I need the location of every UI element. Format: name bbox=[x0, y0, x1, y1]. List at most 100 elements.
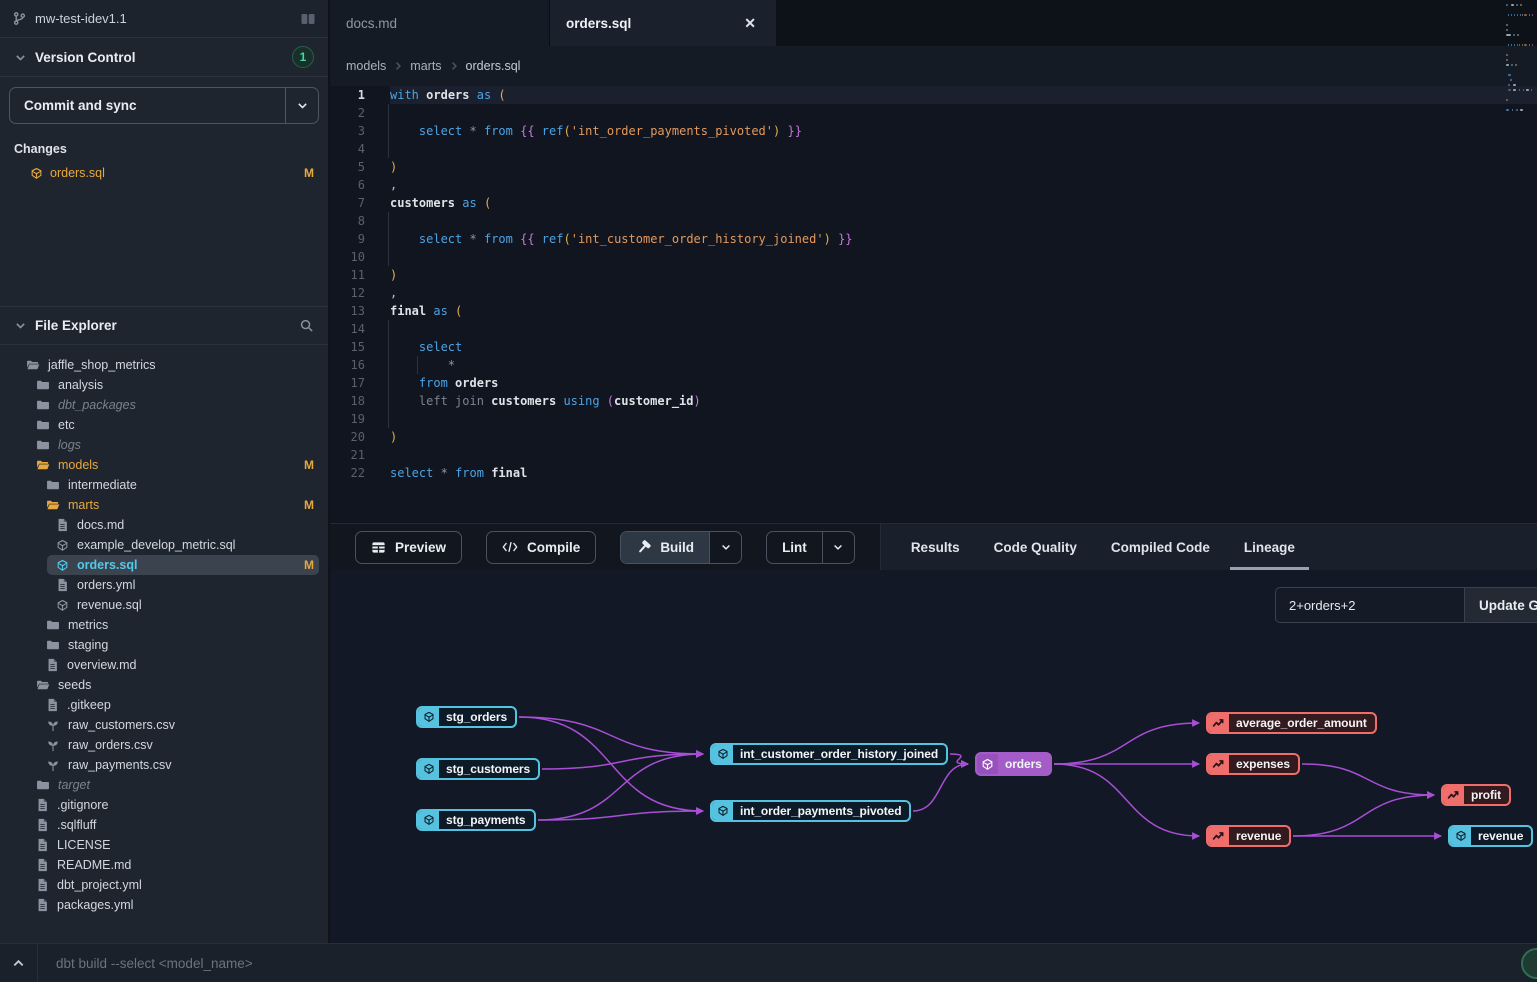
code-line-12[interactable]: 12, bbox=[330, 284, 1537, 302]
lint-button[interactable]: Lint bbox=[767, 532, 822, 563]
lineage-node-profit[interactable]: profit bbox=[1441, 784, 1511, 806]
commit-options-chevron[interactable] bbox=[285, 88, 318, 123]
tree-item-logs[interactable]: logs bbox=[0, 435, 328, 455]
tree-item-analysis[interactable]: analysis bbox=[0, 375, 328, 395]
code-line-15[interactable]: 15 select bbox=[330, 338, 1537, 356]
tree-item-metrics[interactable]: metrics bbox=[0, 615, 328, 635]
tree-item--gitignore[interactable]: .gitignore bbox=[0, 795, 328, 815]
code-line-14[interactable]: 14 bbox=[330, 320, 1537, 338]
tree-item-models[interactable]: modelsM bbox=[0, 455, 328, 475]
tree-item-orders-sql[interactable]: orders.sqlM bbox=[0, 555, 328, 575]
tree-item-revenue-sql[interactable]: revenue.sql bbox=[0, 595, 328, 615]
breadcrumb-orders-sql[interactable]: orders.sql bbox=[466, 59, 521, 73]
lineage-node-stg-payments[interactable]: stg_payments bbox=[416, 809, 536, 831]
line-number: 22 bbox=[330, 464, 365, 482]
code-line-6[interactable]: 6, bbox=[330, 176, 1537, 194]
tree-item-docs-md[interactable]: docs.md bbox=[0, 515, 328, 535]
tree-item-seeds[interactable]: seeds bbox=[0, 675, 328, 695]
model-cube-icon bbox=[1450, 827, 1471, 845]
chevron-up-icon[interactable] bbox=[0, 944, 38, 982]
tree-item-license[interactable]: LICENSE bbox=[0, 835, 328, 855]
code-line-9[interactable]: 9 select * from {{ ref('int_customer_ord… bbox=[330, 230, 1537, 248]
tree-item-readme-md[interactable]: README.md bbox=[0, 855, 328, 875]
code-line-22[interactable]: 22select * from final bbox=[330, 464, 1537, 482]
breadcrumb-models[interactable]: models bbox=[346, 59, 386, 73]
code-line-17[interactable]: 17 from orders bbox=[330, 374, 1537, 392]
lineage-node-revenue-metric[interactable]: revenue bbox=[1206, 825, 1291, 847]
lineage-node-average-order-amount[interactable]: average_order_amount bbox=[1206, 712, 1377, 734]
lint-options-chevron[interactable] bbox=[822, 532, 854, 563]
build-button[interactable]: Build bbox=[621, 532, 709, 563]
lineage-node-stg-customers[interactable]: stg_customers bbox=[416, 758, 540, 780]
layout-columns-icon[interactable] bbox=[300, 12, 316, 26]
tree-item-orders-yml[interactable]: orders.yml bbox=[0, 575, 328, 595]
command-input[interactable] bbox=[38, 944, 1537, 982]
code-line-16[interactable]: 16 * bbox=[330, 356, 1537, 374]
code-line-1[interactable]: 1with orders as ( bbox=[330, 86, 1537, 104]
tree-item--sqlfluff[interactable]: .sqlfluff bbox=[0, 815, 328, 835]
lineage-node-stg-orders[interactable]: stg_orders bbox=[416, 706, 517, 728]
tree-item-dbt-packages[interactable]: dbt_packages bbox=[0, 395, 328, 415]
tab-code-quality[interactable]: Code Quality bbox=[994, 524, 1077, 570]
lineage-node-expenses[interactable]: expenses bbox=[1206, 753, 1300, 775]
code-line-18[interactable]: 18 left join customers using (customer_i… bbox=[330, 392, 1537, 410]
model-cube-icon bbox=[712, 802, 733, 820]
breadcrumb-marts[interactable]: marts bbox=[410, 59, 441, 73]
tree-item-packages-yml[interactable]: packages.yml bbox=[0, 895, 328, 915]
file-explorer-header[interactable]: File Explorer bbox=[0, 306, 328, 345]
version-control-header[interactable]: Version Control 1 bbox=[0, 38, 328, 77]
tree-item-marts[interactable]: martsM bbox=[0, 495, 328, 515]
preview-button[interactable]: Preview bbox=[355, 531, 462, 564]
code-line-21[interactable]: 21 bbox=[330, 446, 1537, 464]
update-graph-button[interactable]: Update G bbox=[1465, 587, 1537, 623]
code-line-3[interactable]: 3 select * from {{ ref('int_order_paymen… bbox=[330, 122, 1537, 140]
tree-item-overview-md[interactable]: overview.md bbox=[0, 655, 328, 675]
lineage-edge-int_order_payments_pivoted-to-orders bbox=[913, 764, 968, 811]
code-line-7[interactable]: 7customers as ( bbox=[330, 194, 1537, 212]
lineage-node-int-customer-order-history-joined[interactable]: int_customer_order_history_joined bbox=[710, 743, 948, 765]
code-line-10[interactable]: 10 bbox=[330, 248, 1537, 266]
indent-guide bbox=[388, 104, 389, 158]
minimap[interactable] bbox=[1506, 4, 1532, 114]
code-line-2[interactable]: 2 bbox=[330, 104, 1537, 122]
code-line-19[interactable]: 19 bbox=[330, 410, 1537, 428]
tree-item--gitkeep[interactable]: .gitkeep bbox=[0, 695, 328, 715]
search-icon[interactable] bbox=[299, 318, 314, 333]
tab-orders-sql[interactable]: orders.sql ✕ bbox=[550, 0, 776, 46]
changed-file-orders-sql[interactable]: orders.sql M bbox=[0, 162, 328, 184]
tree-item-raw-payments-csv[interactable]: raw_payments.csv bbox=[0, 755, 328, 775]
line-number: 18 bbox=[330, 392, 365, 410]
tab-lineage[interactable]: Lineage bbox=[1244, 524, 1295, 570]
code-line-8[interactable]: 8 bbox=[330, 212, 1537, 230]
lineage-node-int-order-payments-pivoted[interactable]: int_order_payments_pivoted bbox=[710, 800, 911, 822]
build-options-chevron[interactable] bbox=[709, 532, 741, 563]
lineage-node-revenue-model[interactable]: revenue bbox=[1448, 825, 1533, 847]
tab-compiled-code[interactable]: Compiled Code bbox=[1111, 524, 1210, 570]
lineage-node-orders[interactable]: orders bbox=[975, 752, 1052, 776]
tree-item-raw-orders-csv[interactable]: raw_orders.csv bbox=[0, 735, 328, 755]
code-line-5[interactable]: 5) bbox=[330, 158, 1537, 176]
tree-item-example-develop-metric-sql[interactable]: example_develop_metric.sql bbox=[0, 535, 328, 555]
tab-docs-md[interactable]: docs.md bbox=[330, 0, 550, 46]
code-editor[interactable]: 1with orders as (23 select * from {{ ref… bbox=[330, 86, 1537, 523]
tree-item-dbt-project-yml[interactable]: dbt_project.yml bbox=[0, 875, 328, 895]
close-tab-icon[interactable]: ✕ bbox=[740, 13, 760, 34]
tree-item-staging[interactable]: staging bbox=[0, 635, 328, 655]
tree-item-etc[interactable]: etc bbox=[0, 415, 328, 435]
model-selector-input[interactable] bbox=[1275, 587, 1465, 623]
lineage-edge-orders-to-average_order_amount bbox=[1054, 723, 1199, 764]
code-line-20[interactable]: 20) bbox=[330, 428, 1537, 446]
code-line-4[interactable]: 4 bbox=[330, 140, 1537, 158]
tree-item-jaffle-shop-metrics[interactable]: jaffle_shop_metrics bbox=[0, 355, 328, 375]
commit-and-sync-label[interactable]: Commit and sync bbox=[10, 88, 285, 123]
code-line-13[interactable]: 13final as ( bbox=[330, 302, 1537, 320]
commit-and-sync-button[interactable]: Commit and sync bbox=[9, 87, 319, 124]
line-number: 5 bbox=[330, 158, 365, 176]
indent-guide bbox=[388, 320, 389, 428]
tab-results[interactable]: Results bbox=[911, 524, 960, 570]
tree-item-intermediate[interactable]: intermediate bbox=[0, 475, 328, 495]
tree-item-raw-customers-csv[interactable]: raw_customers.csv bbox=[0, 715, 328, 735]
code-line-11[interactable]: 11) bbox=[330, 266, 1537, 284]
compile-button[interactable]: Compile bbox=[486, 531, 596, 564]
tree-item-target[interactable]: target bbox=[0, 775, 328, 795]
